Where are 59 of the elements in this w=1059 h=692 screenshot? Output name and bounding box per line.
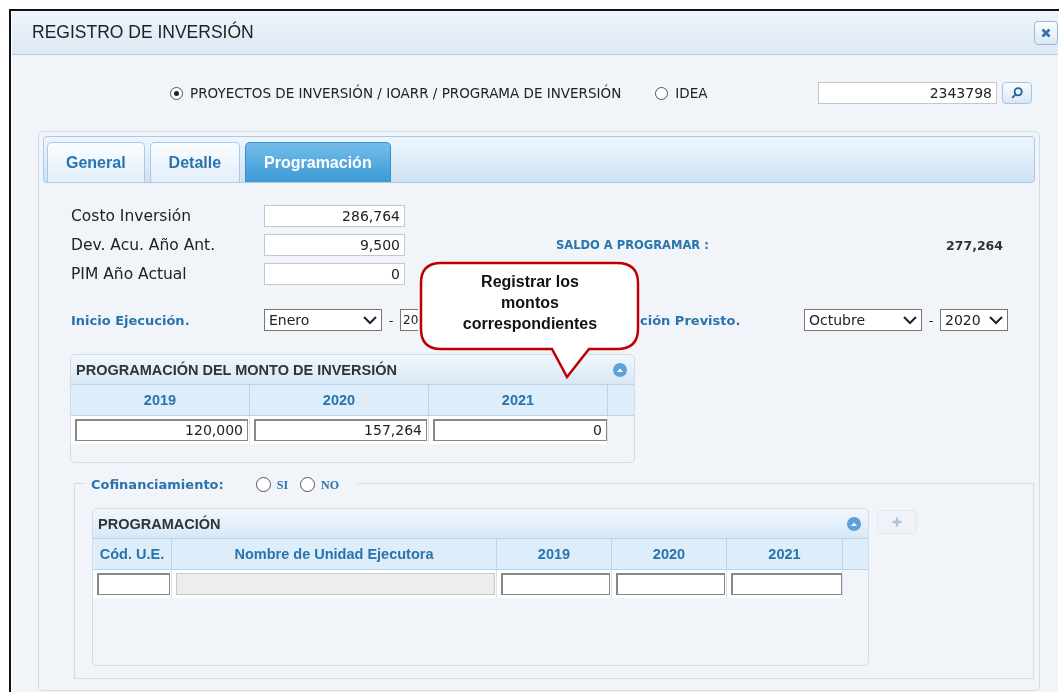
collapse-button[interactable] <box>613 362 627 377</box>
dialog-title: REGISTRO DE INVERSIÓN <box>32 22 254 43</box>
select-field[interactable]: Enero <box>264 309 382 331</box>
radio-label: IDEA <box>675 85 708 101</box>
radio-button[interactable] <box>170 86 183 100</box>
input-field[interactable]: 0 <box>264 263 405 285</box>
caret-up-icon <box>616 366 624 373</box>
panel-title: PROGRAMACIÓN <box>98 515 221 532</box>
radio-button[interactable] <box>655 86 669 100</box>
input-field[interactable]: 0 <box>433 419 607 441</box>
chevron-down-icon <box>363 315 377 325</box>
select-field[interactable]: Octubre <box>804 309 922 331</box>
field-label: ción Previsto. <box>640 312 742 328</box>
search-icon <box>1011 87 1023 99</box>
balance-value: 277,264 <box>945 237 1003 253</box>
column-header: 2019 <box>497 539 612 569</box>
chevron-down-icon <box>989 315 1003 325</box>
caret-up-icon <box>850 520 858 527</box>
column-header: 2021 <box>429 385 608 415</box>
tab[interactable]: Detalle <box>149 142 241 182</box>
search-button[interactable] <box>1002 82 1032 104</box>
separator-text: - <box>387 312 395 328</box>
group-label: Cofinanciamiento: <box>91 476 224 492</box>
balance-label: SALDO A PROGRAMAR : <box>556 238 709 252</box>
panel-title: PROGRAMACIÓN DEL MONTO DE INVERSIÓN <box>76 361 397 378</box>
input-field[interactable]: 2343798 <box>818 82 997 104</box>
callout-text: Registrar los montos correspondientes <box>461 272 599 334</box>
column-header: Nombre de Unidad Ejecutora <box>172 539 497 569</box>
input-field[interactable] <box>731 573 842 595</box>
plus-icon <box>892 517 902 527</box>
radio-button[interactable] <box>255 476 271 492</box>
column-header: 2020 <box>612 539 727 569</box>
column-header: 2021 <box>727 539 843 569</box>
field-label: Costo Inversión <box>71 207 193 225</box>
input-field[interactable] <box>501 573 610 595</box>
input-field[interactable]: 120,000 <box>75 419 248 441</box>
radio-label: NO <box>321 476 340 493</box>
tab[interactable]: General <box>47 142 145 182</box>
collapse-button[interactable] <box>847 516 861 531</box>
radio-label: SI <box>276 476 289 493</box>
input-field[interactable]: 9,500 <box>264 234 405 256</box>
input-field[interactable]: 286,764 <box>264 205 405 227</box>
field-label: Inicio Ejecución. <box>71 312 191 328</box>
chevron-down-icon <box>903 315 917 325</box>
select-field[interactable]: 2020 <box>940 309 1008 331</box>
field-label: PIM Año Actual <box>71 265 188 283</box>
input-field[interactable] <box>97 573 170 595</box>
field-label: Dev. Acu. Año Ant. <box>71 236 217 254</box>
radio-button[interactable] <box>300 476 316 492</box>
column-header: 2020 <box>250 385 429 415</box>
close-icon <box>1041 27 1051 38</box>
separator-text: - <box>927 312 935 328</box>
input-field[interactable]: 157,264 <box>254 419 427 441</box>
select-field[interactable]: 20 <box>400 309 418 331</box>
radio-label: PROYECTOS DE INVERSIÓN / IOARR / PROGRAMA DE INVERSIÓN <box>190 85 622 101</box>
column-header: Cód. U.E. <box>93 539 172 569</box>
column-header: 2019 <box>71 385 250 415</box>
input-field[interactable] <box>616 573 725 595</box>
close-button[interactable] <box>1034 20 1058 45</box>
